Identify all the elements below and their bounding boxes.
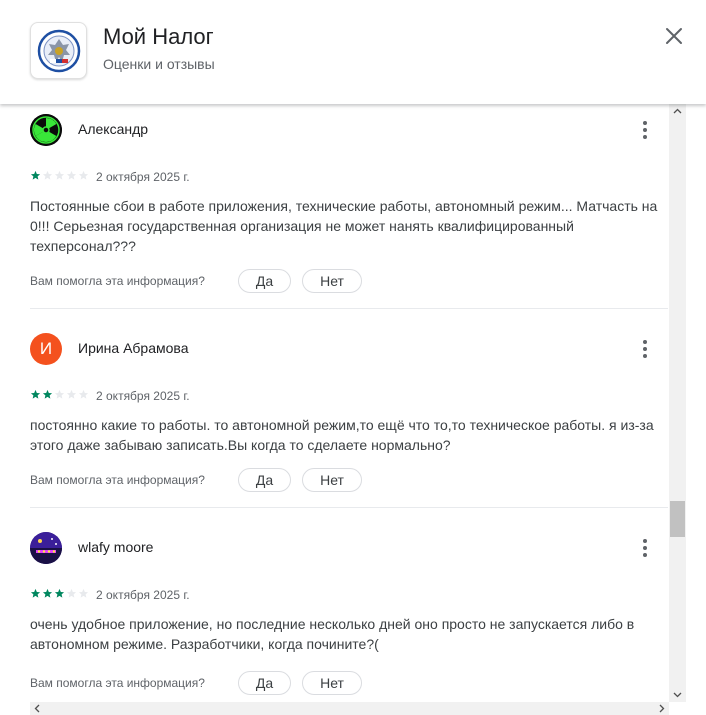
star-empty-icon [54, 170, 65, 180]
star-filled-icon [30, 588, 41, 598]
scroll-up-arrow-icon[interactable] [669, 104, 686, 118]
star-empty-icon [66, 588, 77, 598]
star-empty-icon [78, 170, 89, 180]
divider [30, 308, 668, 309]
helpful-question: Вам помогла эта информация? [30, 473, 205, 487]
star-filled-icon [42, 588, 53, 598]
helpful-no-button[interactable]: Нет [302, 671, 362, 695]
reviews-list[interactable]: Александр 2 октября 2025 г. Постоянные с… [0, 104, 706, 715]
review-author: Ирина Абрамова [78, 340, 189, 356]
star-empty-icon [78, 588, 89, 598]
scroll-left-arrow-icon[interactable] [30, 702, 44, 715]
divider [30, 507, 668, 508]
helpful-yes-button[interactable]: Да [238, 671, 291, 695]
review-card: wlafy moore 2 октября 2025 г. очень удоб… [30, 532, 668, 712]
review-author: wlafy moore [78, 539, 154, 555]
purple-scene-avatar [30, 532, 62, 564]
helpful-no-button[interactable]: Нет [302, 468, 362, 492]
review-card: И Ирина Абрамова 2 октября 2025 г. посто… [30, 333, 668, 513]
star-filled-icon [30, 170, 41, 180]
horizontal-scrollbar[interactable] [30, 702, 669, 715]
scroll-down-arrow-icon[interactable] [669, 688, 686, 702]
close-button[interactable] [660, 22, 688, 50]
review-text: постоянно какие то работы. то автономной… [30, 417, 654, 453]
avatar: И [30, 333, 62, 365]
star-filled-icon [54, 588, 65, 598]
star-rating [30, 170, 89, 182]
star-rating [30, 389, 89, 401]
review-date: 2 октября 2025 г. [96, 389, 190, 403]
helpful-no-button[interactable]: Нет [302, 269, 362, 293]
reviews-dialog: Мой Налог Оценки и отзывы Александр 2 ок… [0, 0, 706, 715]
helpful-question: Вам помогла эта информация? [30, 676, 205, 690]
star-filled-icon [30, 389, 41, 399]
fns-emblem-icon [30, 22, 87, 79]
radiation-avatar [30, 114, 62, 146]
avatar-letter: И [39, 339, 53, 358]
review-date: 2 октября 2025 г. [96, 170, 190, 184]
helpful-question: Вам помогла эта информация? [30, 274, 205, 288]
review-text: Постоянные сбои в работе приложения, тех… [30, 198, 658, 254]
scroll-right-arrow-icon[interactable] [655, 702, 669, 715]
app-title: Мой Налог [103, 24, 214, 49]
review-date: 2 октября 2025 г. [96, 588, 190, 602]
helpful-yes-button[interactable]: Да [238, 269, 291, 293]
star-empty-icon [66, 170, 77, 180]
more-options-button[interactable] [636, 116, 654, 144]
vertical-scrollbar[interactable] [669, 104, 686, 702]
star-filled-icon [42, 389, 53, 399]
star-empty-icon [78, 389, 89, 399]
helpful-yes-button[interactable]: Да [238, 468, 291, 492]
star-rating [30, 588, 89, 600]
scrollbar-thumb[interactable] [670, 501, 685, 537]
review-author: Александр [78, 121, 149, 137]
star-empty-icon [54, 389, 65, 399]
more-options-button[interactable] [636, 534, 654, 562]
dialog-header: Мой Налог Оценки и отзывы [0, 0, 706, 104]
app-subtitle: Оценки и отзывы [103, 56, 215, 72]
more-options-button[interactable] [636, 335, 654, 363]
review-card: Александр 2 октября 2025 г. Постоянные с… [30, 114, 668, 309]
review-text: очень удобное приложение, но последние н… [30, 616, 635, 652]
star-empty-icon [66, 389, 77, 399]
star-empty-icon [42, 170, 53, 180]
close-icon [666, 28, 682, 44]
